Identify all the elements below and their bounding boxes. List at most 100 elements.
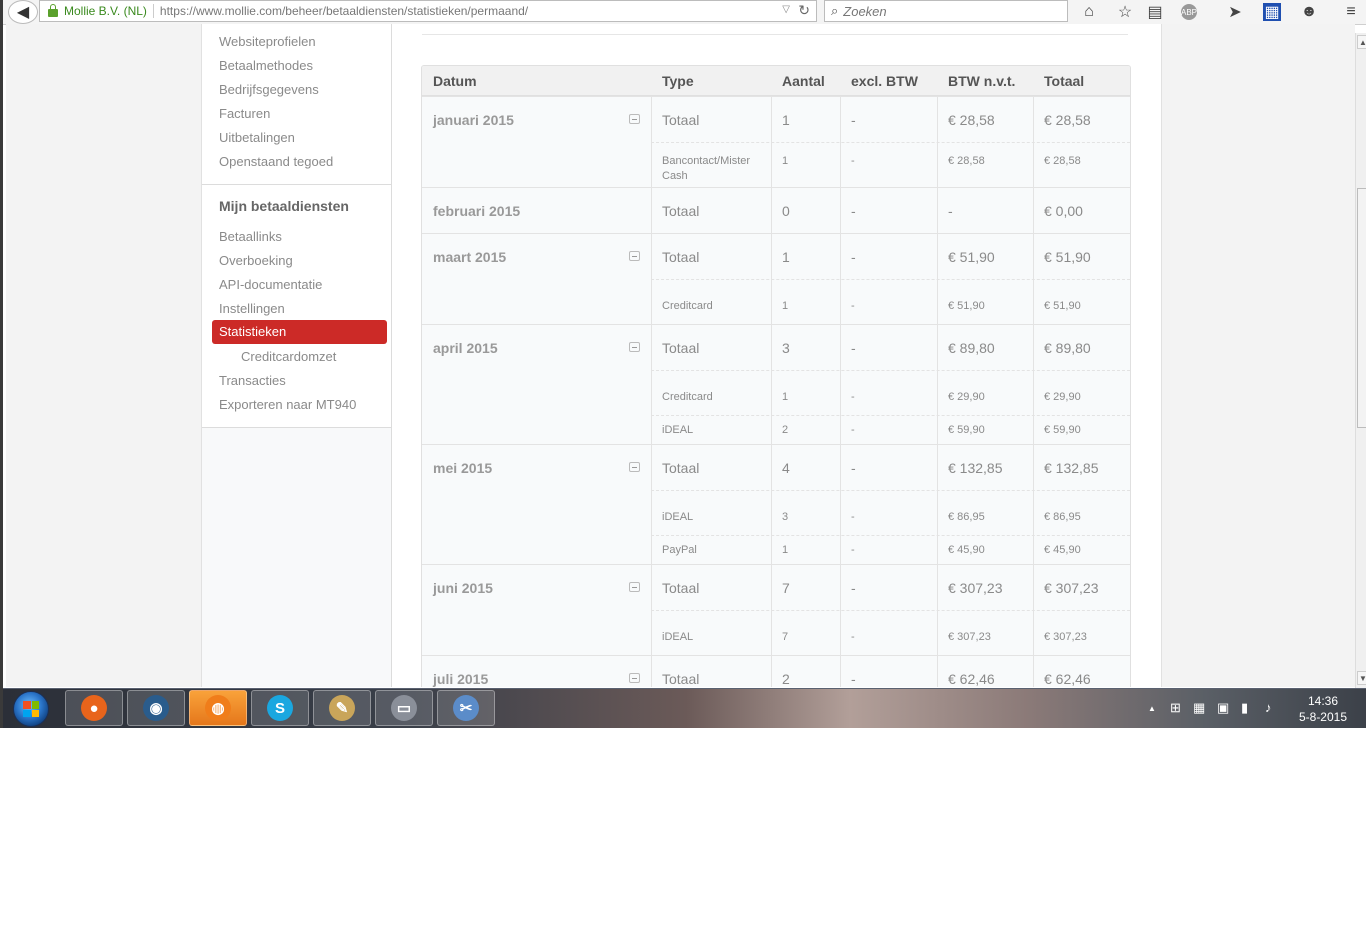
sidebar-item-betaalmethodes[interactable]: Betaalmethodes [219, 58, 313, 73]
sidebar-item-openstaand-tegoed[interactable]: Openstaand tegoed [219, 154, 333, 169]
col-header-btw-nvt[interactable]: BTW n.v.t. [948, 73, 1015, 89]
snipping-tool-icon: ✂ [453, 695, 479, 721]
cell-excl: - [851, 155, 855, 167]
cell-nvt: € 307,23 [948, 580, 1003, 596]
url-text[interactable]: https://www.mollie.com/beheer/betaaldien… [160, 4, 528, 18]
col-header-excl-btw[interactable]: excl. BTW [851, 73, 918, 89]
taskbar-app-button[interactable]: ● [65, 690, 123, 726]
cell-total: € 132,85 [1044, 460, 1099, 476]
sidebar-item-facturen[interactable]: Facturen [219, 106, 270, 121]
scroll-up-icon[interactable]: ▲ [1357, 35, 1366, 49]
column-divider [651, 96, 652, 687]
search-input[interactable]: ⌕ Zoeken [824, 0, 1068, 22]
reload-icon[interactable]: ↻ [798, 2, 810, 19]
home-icon[interactable]: ⌂ [1079, 2, 1099, 22]
sidebar-divider [202, 184, 391, 185]
media-player-icon: ◉ [143, 695, 169, 721]
adblock-icon[interactable]: ABP [1181, 4, 1197, 20]
cell-nvt: € 62,46 [948, 671, 995, 687]
skype-icon: S [267, 695, 293, 721]
bookmark-star-icon[interactable]: ☆ [1115, 2, 1135, 22]
collapse-icon[interactable] [629, 673, 640, 683]
sidebar-empty-area [202, 428, 391, 687]
menu-icon[interactable]: ≡ [1341, 2, 1361, 22]
cell-nvt: € 86,95 [948, 511, 985, 523]
taskbar-app-button[interactable]: ✎ [313, 690, 371, 726]
table-row-detail: Creditcard 1 - € 29,90 € 29,90 [422, 370, 1130, 415]
sidebar-item-transacties[interactable]: Transacties [219, 373, 286, 388]
collapse-icon[interactable] [629, 342, 640, 352]
volume-icon[interactable]: ♪ [1265, 700, 1272, 715]
clock-date: 5-8-2015 [1298, 710, 1348, 724]
scroll-down-icon[interactable]: ▼ [1357, 671, 1366, 685]
collapse-icon[interactable] [629, 582, 640, 592]
taskbar-app-button[interactable]: ✂ [437, 690, 495, 726]
sidebar-subitem-creditcardomzet[interactable]: Creditcardomzet [241, 349, 336, 364]
col-header-datum[interactable]: Datum [433, 73, 477, 89]
cell-nvt: € 28,58 [948, 112, 995, 128]
collapse-icon[interactable] [629, 114, 640, 124]
send-icon[interactable]: ➤ [1225, 2, 1245, 22]
taskbar-app-button[interactable]: ▭ [375, 690, 433, 726]
cell-total: € 0,00 [1044, 203, 1083, 219]
cell-type: Creditcard [662, 300, 713, 312]
address-bar[interactable]: Mollie B.V. (NL) https://www.mollie.com/… [39, 0, 817, 22]
cell-count: 2 [782, 671, 790, 687]
back-button[interactable]: ◀ [8, 0, 38, 24]
cell-type: Totaal [662, 112, 700, 128]
device-icon[interactable]: ▣ [1217, 700, 1229, 716]
vertical-scrollbar[interactable]: ▲ ▼ [1355, 33, 1366, 688]
sidebar-heading: Mijn betaaldiensten [219, 198, 349, 214]
table-row-detail: iDEAL 2 - € 59,90 € 59,90 [422, 415, 1130, 444]
firefox-icon: ● [81, 695, 107, 721]
cell-nvt: € 51,90 [948, 249, 995, 265]
color-flag-icon[interactable]: ▦ [1193, 700, 1205, 716]
taskbar-app-button[interactable]: ◉ [127, 690, 185, 726]
cell-total: € 28,58 [1044, 112, 1091, 128]
site-identity[interactable]: Mollie B.V. (NL) [64, 4, 154, 18]
scrollbar-thumb[interactable] [1357, 188, 1366, 428]
reading-list-icon[interactable]: ▤ [1145, 2, 1165, 22]
cell-count: 3 [782, 511, 789, 523]
system-clock[interactable]: 14:36 5-8-2015 [1285, 693, 1361, 725]
table-row-total: maart 2015 Totaal 1 - € 51,90 € 51,90 [422, 233, 1130, 279]
start-button[interactable] [13, 691, 49, 727]
collapse-icon[interactable] [629, 462, 640, 472]
cell-excl: - [851, 391, 855, 403]
windows-icon[interactable]: ⊞ [1170, 700, 1181, 716]
sidebar-item-instellingen[interactable]: Instellingen [219, 301, 285, 316]
taskbar-app-button[interactable]: S [251, 690, 309, 726]
cell-type: Totaal [662, 340, 700, 356]
cell-nvt: € 29,90 [948, 391, 985, 403]
cell-type: Creditcard [662, 391, 713, 403]
table-row-detail: Creditcard 1 - € 51,90 € 51,90 [422, 279, 1130, 324]
collapse-icon[interactable] [629, 251, 640, 261]
cell-total: € 307,23 [1044, 631, 1087, 643]
chat-icon[interactable]: ☻ [1299, 2, 1319, 22]
taskbar-app-button[interactable]: ◍ [189, 690, 247, 726]
sidebar-item-api-documentatie[interactable]: API-documentatie [219, 277, 322, 292]
sidebar-item-uitbetalingen[interactable]: Uitbetalingen [219, 130, 295, 145]
col-header-totaal[interactable]: Totaal [1044, 73, 1084, 89]
cell-total: € 89,80 [1044, 340, 1091, 356]
month-label: mei 2015 [433, 460, 493, 476]
cell-total: € 86,95 [1044, 511, 1081, 523]
col-header-type[interactable]: Type [662, 73, 694, 89]
table-row-total: mei 2015 Totaal 4 - € 132,85 € 132,85 [422, 444, 1130, 490]
network-icon[interactable]: ▮ [1241, 700, 1248, 716]
column-divider [937, 96, 938, 687]
sidebar-item-bedrijfsgegevens[interactable]: Bedrijfsgegevens [219, 82, 319, 97]
sidebar-item-exporteren-naar-mt940[interactable]: Exporteren naar MT940 [219, 397, 356, 412]
url-dropdown-icon[interactable]: ▽ [782, 4, 790, 15]
table-row-detail: iDEAL 7 - € 307,23 € 307,23 [422, 610, 1130, 655]
extension-grid-icon[interactable]: ▦ [1263, 3, 1281, 21]
cell-count: 1 [782, 112, 790, 128]
table-row-detail: Bancontact/Mister Cash 1 - € 28,58 € 28,58 [422, 142, 1130, 187]
sidebar-item-overboeking[interactable]: Overboeking [219, 253, 293, 268]
sidebar-item-betaallinks[interactable]: Betaallinks [219, 229, 282, 244]
month-label: juli 2015 [433, 671, 489, 687]
sidebar-item-statistieken[interactable]: Statistieken [212, 320, 387, 344]
tray-expand-icon[interactable]: ▲ [1148, 704, 1156, 713]
sidebar-item-websiteprofielen[interactable]: Websiteprofielen [219, 34, 316, 49]
col-header-aantal[interactable]: Aantal [782, 73, 825, 89]
